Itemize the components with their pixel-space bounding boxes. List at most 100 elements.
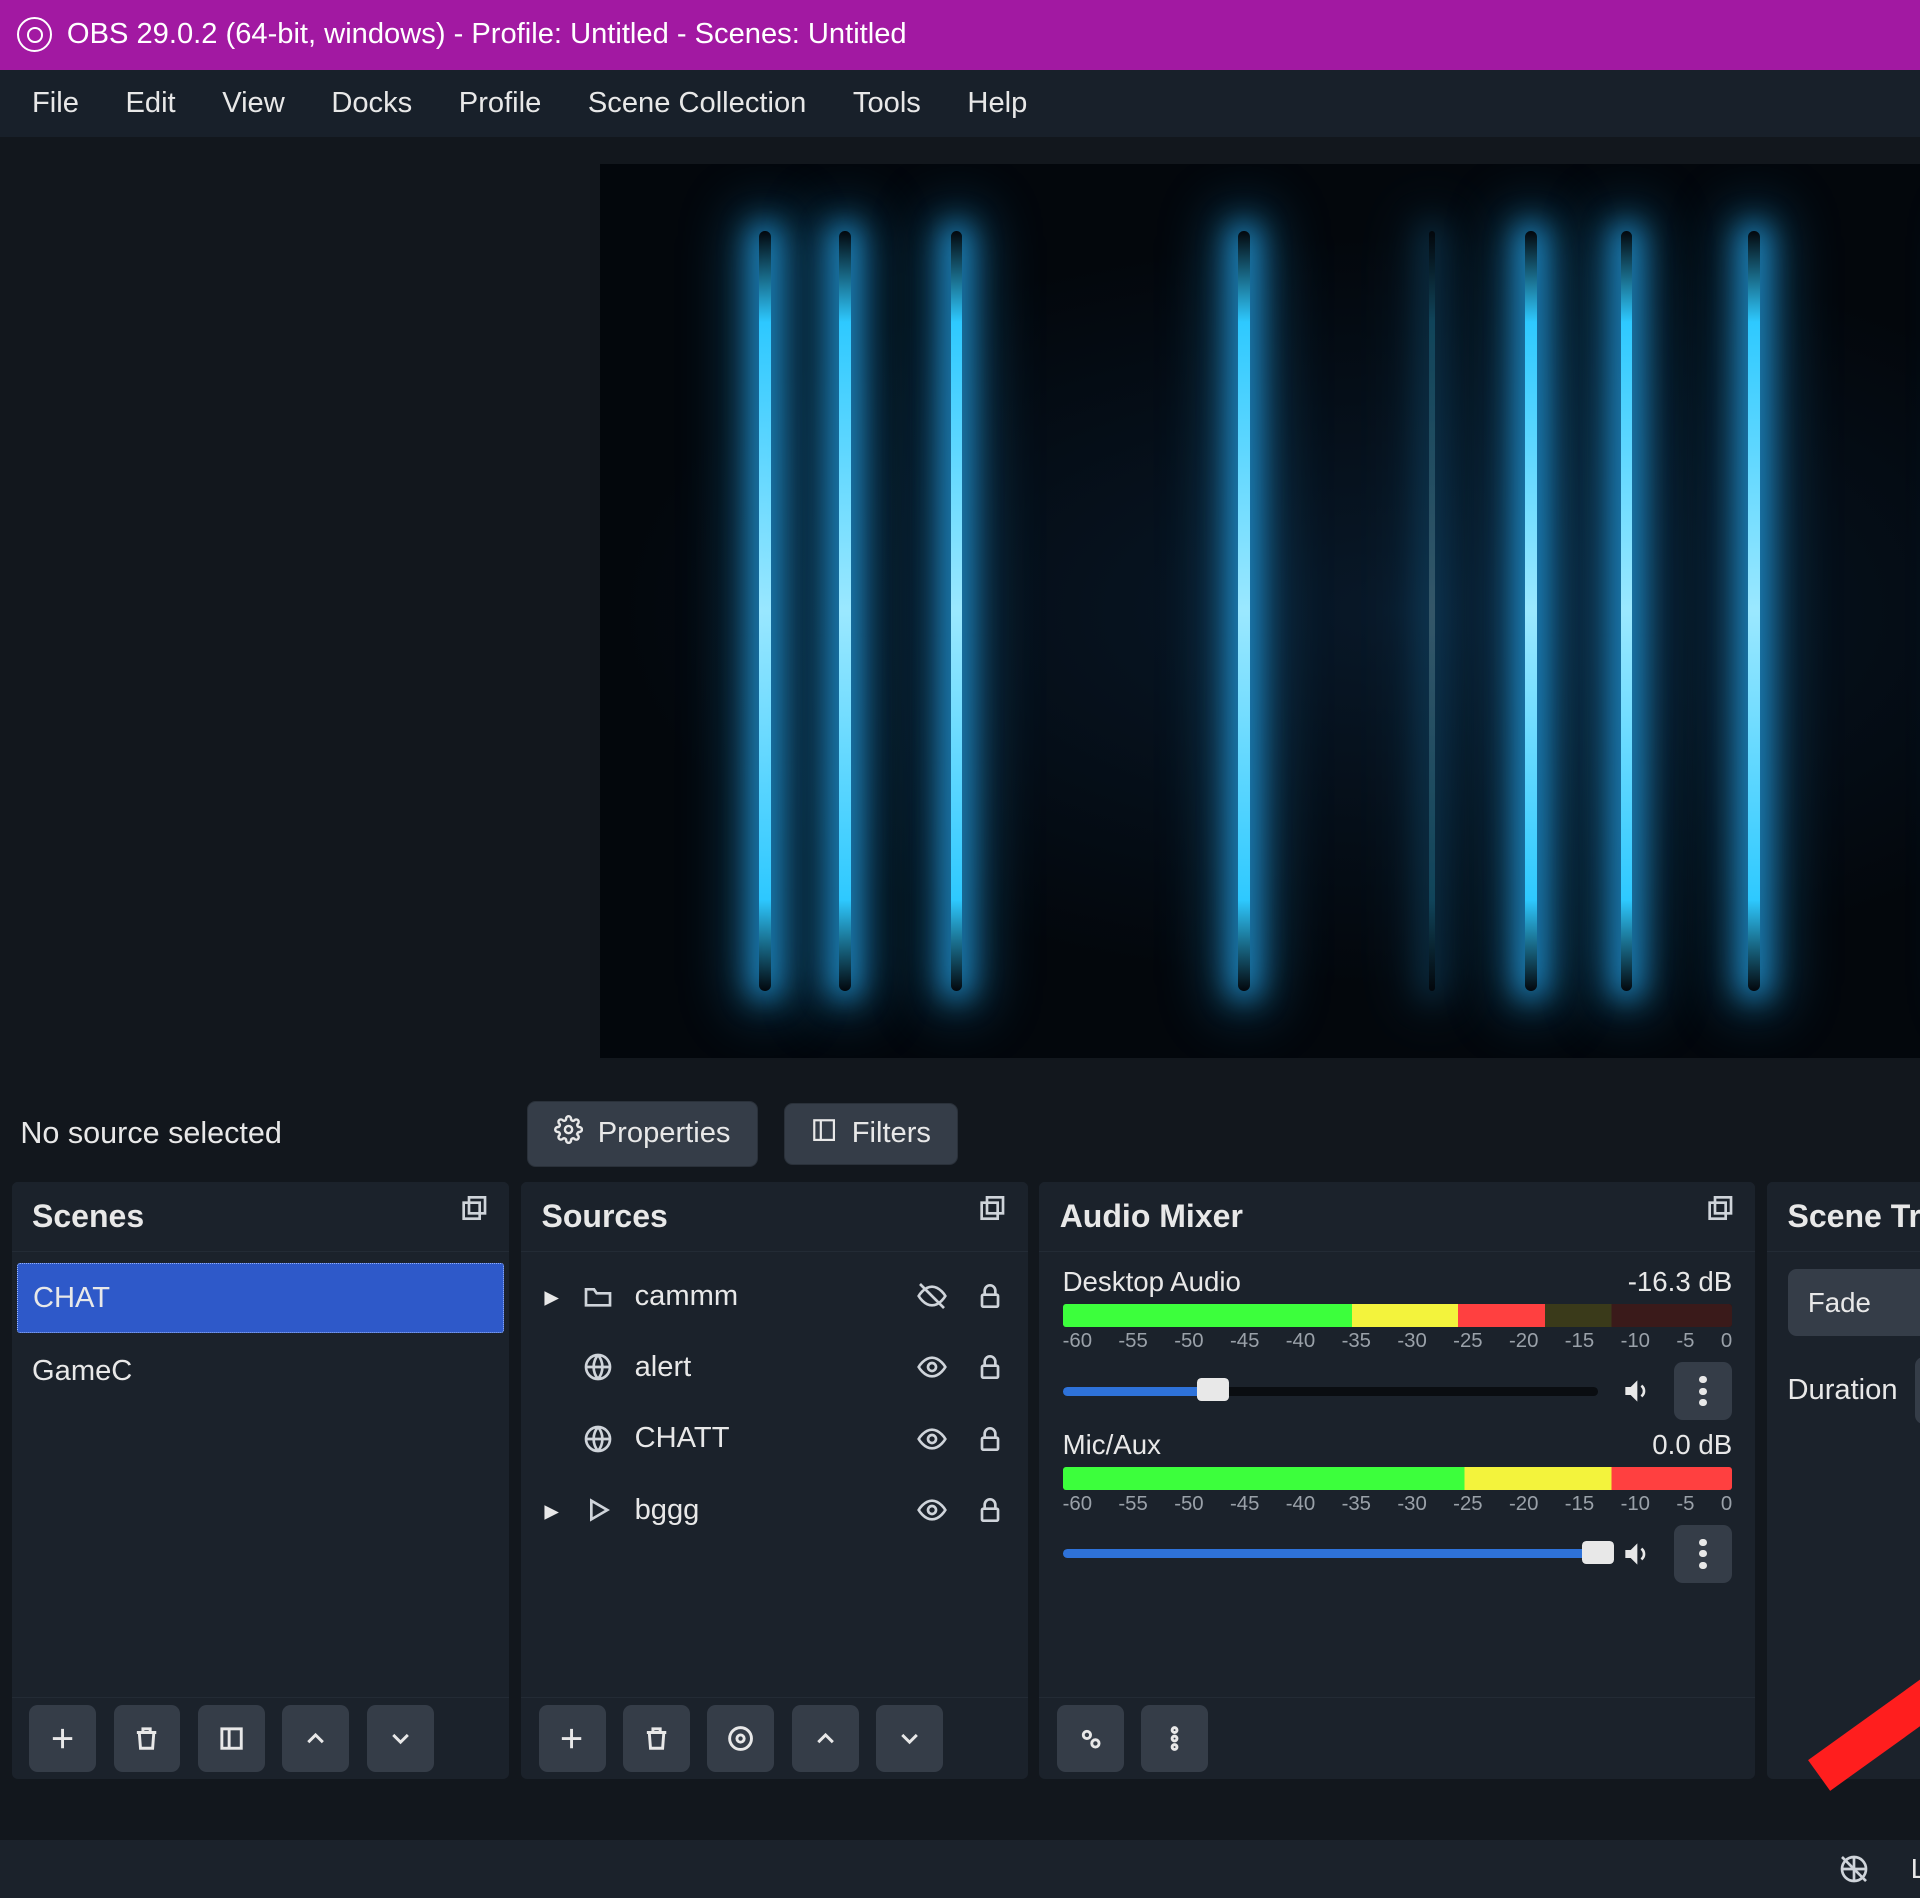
scene-up-button[interactable] [282,1705,349,1772]
source-down-button[interactable] [876,1705,943,1772]
duration-input[interactable]: 300 ms [1915,1357,1920,1424]
source-name: alert [635,1351,894,1384]
filters-button[interactable]: Filters [784,1103,958,1165]
properties-label: Properties [598,1117,731,1150]
mixer-dock: Audio Mixer Desktop Audio -16.3 dB -60-55-… [1039,1182,1755,1779]
source-item[interactable]: ▸ bggg [521,1474,1028,1545]
filters-icon [811,1117,837,1151]
duration-label: Duration [1788,1374,1898,1407]
globe-icon [579,1420,617,1458]
meter-ticks: -60-55-50-45-40-35-30-25-20-15-10-50 [1063,1330,1733,1353]
mixer-title: Audio Mixer [1060,1198,1243,1235]
scene-filter-button[interactable] [198,1705,265,1772]
channel-db: 0.0 dB [1652,1429,1732,1461]
popout-icon[interactable] [1703,1196,1735,1236]
mixer-channel: Mic/Aux 0.0 dB -60-55-50-45-40-35-30-25-20… [1039,1423,1755,1586]
scenes-list: CHAT GameC [12,1252,510,1697]
menu-file[interactable]: File [9,72,102,134]
visibility-toggle[interactable] [911,1418,952,1459]
docks-row: Scenes CHAT GameC Sources ▸ cammm alert CHA… [0,1182,1920,1790]
lock-toggle[interactable] [969,1347,1010,1388]
audio-meter [1063,1304,1733,1327]
preview-area [0,137,1920,1086]
mixer-settings-button[interactable] [1057,1705,1124,1772]
scene-item-gamec[interactable]: GameC [12,1336,510,1406]
popout-icon[interactable] [457,1196,489,1236]
channel-menu-button[interactable] [1674,1525,1732,1583]
remove-source-button[interactable] [623,1705,690,1772]
gear-icon [554,1115,583,1152]
mixer-footer [1039,1697,1755,1779]
visibility-toggle[interactable] [911,1490,952,1531]
mixer-menu-button[interactable] [1141,1705,1208,1772]
folder-icon [579,1277,617,1315]
sources-header: Sources [521,1182,1028,1252]
globe-icon [579,1349,617,1387]
properties-button[interactable]: Properties [527,1101,758,1166]
menu-profile[interactable]: Profile [436,72,565,134]
context-bar: No source selected Properties Filters [0,1086,1920,1182]
menu-scene-collection[interactable]: Scene Collection [565,72,830,134]
speaker-icon[interactable] [1616,1371,1657,1412]
meter-ticks: -60-55-50-45-40-35-30-25-20-15-10-50 [1063,1493,1733,1516]
mixer-header: Audio Mixer [1039,1182,1755,1252]
source-name: cammm [635,1280,894,1313]
transitions-title: Scene Transitions [1788,1198,1920,1235]
scene-item-chat[interactable]: CHAT [17,1263,503,1333]
scenes-title: Scenes [32,1198,144,1235]
add-source-button[interactable] [539,1705,606,1772]
menu-view[interactable]: View [199,72,308,134]
visibility-toggle[interactable] [911,1347,952,1388]
play-icon [579,1491,617,1529]
menu-tools[interactable]: Tools [830,72,945,134]
source-item[interactable]: alert [521,1332,1028,1403]
add-scene-button[interactable] [29,1705,96,1772]
scenes-dock: Scenes CHAT GameC [12,1182,510,1779]
transition-value: Fade [1808,1287,1871,1319]
channel-name: Desktop Audio [1063,1266,1241,1298]
transitions-dock: Scene Transitions Fade Duration 300 ms [1767,1182,1920,1779]
menu-help[interactable]: Help [944,72,1050,134]
lock-toggle[interactable] [969,1418,1010,1459]
title-bar: OBS 29.0.2 (64-bit, windows) - Profile: … [0,0,1920,70]
source-properties-button[interactable] [707,1705,774,1772]
scenes-footer [12,1697,510,1779]
channel-menu-button[interactable] [1674,1362,1732,1420]
transitions-body: Fade Duration 300 ms [1767,1252,1920,1531]
source-item[interactable]: ▸ cammm [521,1261,1028,1332]
volume-slider[interactable] [1063,1387,1599,1396]
chevron-icon: ▸ [541,1493,561,1528]
lock-toggle[interactable] [969,1490,1010,1531]
app-icon [17,17,52,52]
channel-name: Mic/Aux [1063,1429,1161,1461]
mixer-channel: Desktop Audio -16.3 dB -60-55-50-45-40-35-… [1039,1261,1755,1424]
source-up-button[interactable] [792,1705,859,1772]
live-status: LIVE: 00:00:00 [1911,1853,1920,1885]
sources-title: Sources [541,1198,667,1235]
visibility-toggle[interactable] [911,1276,952,1317]
popout-icon[interactable] [975,1196,1007,1236]
lock-toggle[interactable] [969,1276,1010,1317]
menu-docks[interactable]: Docks [308,72,435,134]
audio-meter [1063,1467,1733,1490]
chevron-icon: ▸ [541,1279,561,1314]
preview-canvas[interactable] [600,164,1920,1058]
channel-db: -16.3 dB [1628,1266,1733,1298]
volume-slider[interactable] [1063,1549,1599,1558]
source-name: bggg [635,1494,894,1527]
transitions-header: Scene Transitions [1767,1182,1920,1252]
network-icon [1838,1853,1870,1885]
mixer-body: Desktop Audio -16.3 dB -60-55-50-45-40-35-… [1039,1252,1755,1697]
remove-scene-button[interactable] [114,1705,181,1772]
window-title: OBS 29.0.2 (64-bit, windows) - Profile: … [67,18,1920,51]
scenes-header: Scenes [12,1182,510,1252]
sources-footer [521,1697,1028,1779]
status-bar: LIVE: 00:00:00 REC: 00:00:00 CPU: 17.3%,… [0,1840,1920,1898]
speaker-icon[interactable] [1616,1533,1657,1574]
menu-bar: File Edit View Docks Profile Scene Colle… [0,70,1920,137]
source-item[interactable]: CHATT [521,1403,1028,1474]
sources-dock: Sources ▸ cammm alert CHATT ▸ bggg [521,1182,1028,1779]
scene-down-button[interactable] [367,1705,434,1772]
transition-select[interactable]: Fade [1788,1269,1920,1336]
menu-edit[interactable]: Edit [102,72,199,134]
